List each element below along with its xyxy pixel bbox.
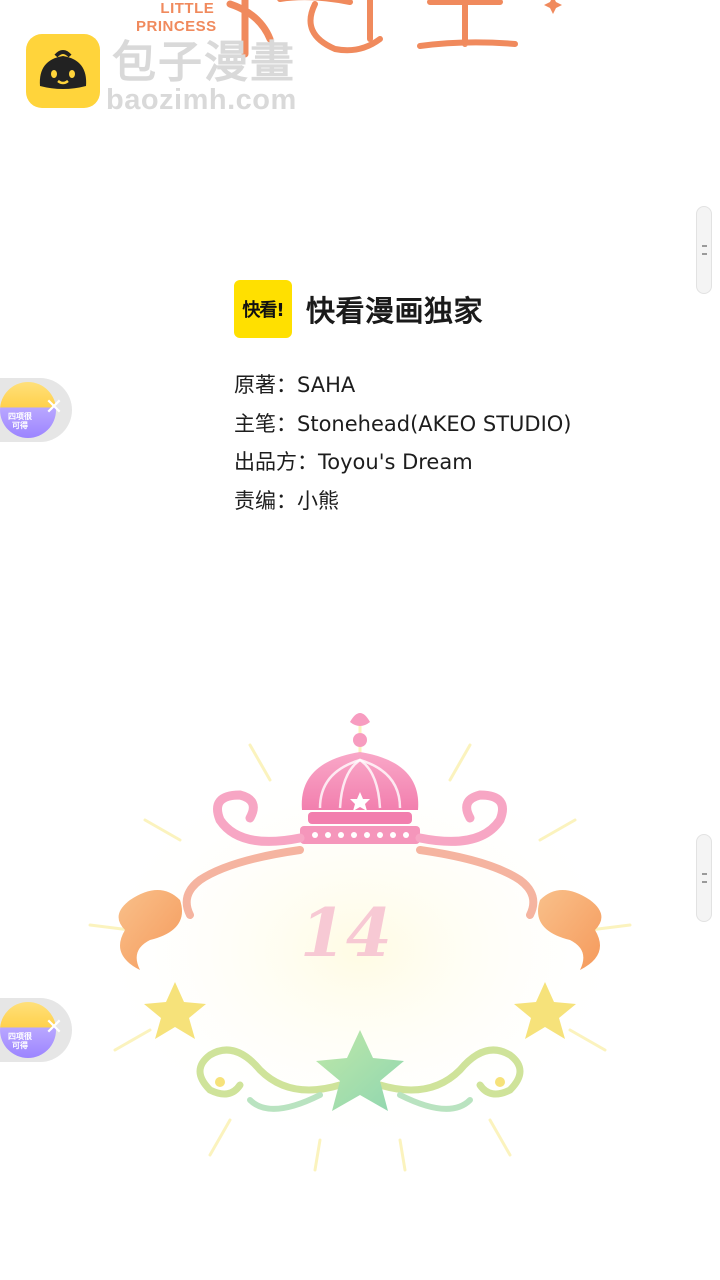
scroll-handle-bottom[interactable] [696,834,712,922]
credit-name: 小熊 [297,488,339,513]
watermark-site-name: 包子漫畫 [112,37,296,88]
bun-face-icon [26,34,100,108]
close-icon[interactable]: ✕ [42,396,66,420]
exclusive-label: 快看漫画独家 [306,294,484,328]
credit-role: 原著： [234,373,297,397]
credit-role: 主笔： [234,411,297,436]
scroll-handle-top[interactable] [696,206,712,294]
credits-list: 原著：SAHA 主笔：Stonehead(AKEO STUDIO) 出品方：To… [234,366,572,520]
credit-name: SAHA [297,373,356,397]
credit-role: 责编： [234,488,297,513]
site-watermark: 包子漫畫 baozimh.com [26,34,326,116]
grip-line [702,253,707,255]
little-label: LITTLE [160,0,215,17]
floating-ad-chip[interactable]: 四项很 可得 ✕ [0,998,72,1062]
little-princess-label: LITTLE PRINCESS [136,0,217,36]
ad-thumbnail-text: 四项很 可得 [8,1032,32,1050]
grip-line [702,881,707,883]
credit-original-author: 原著：SAHA [234,366,572,405]
grip-line [702,245,707,247]
watermark-url: baozimh.com [106,84,297,116]
ad-thumbnail-text: 四项很 可得 [8,412,32,430]
floating-ad-chip[interactable]: 四项很 可得 ✕ [0,378,72,442]
grip-line [702,873,707,875]
credit-name: Stonehead(AKEO STUDIO) [297,411,572,436]
chapter-number: 14 [300,894,392,972]
credit-main-artist: 主笔：Stonehead(AKEO STUDIO) [234,405,572,444]
close-icon[interactable]: ✕ [42,1016,66,1040]
credit-producer: 出品方：Toyou's Dream [234,443,572,482]
kuaikan-logo-icon: 快看! [234,280,292,338]
exclusive-brand-row: 快看! 快看漫画独家 [234,280,483,338]
credit-editor: 责编：小熊 [234,482,572,521]
credit-role: 出品方： [234,450,318,474]
credit-name: Toyou's Dream [318,450,473,474]
